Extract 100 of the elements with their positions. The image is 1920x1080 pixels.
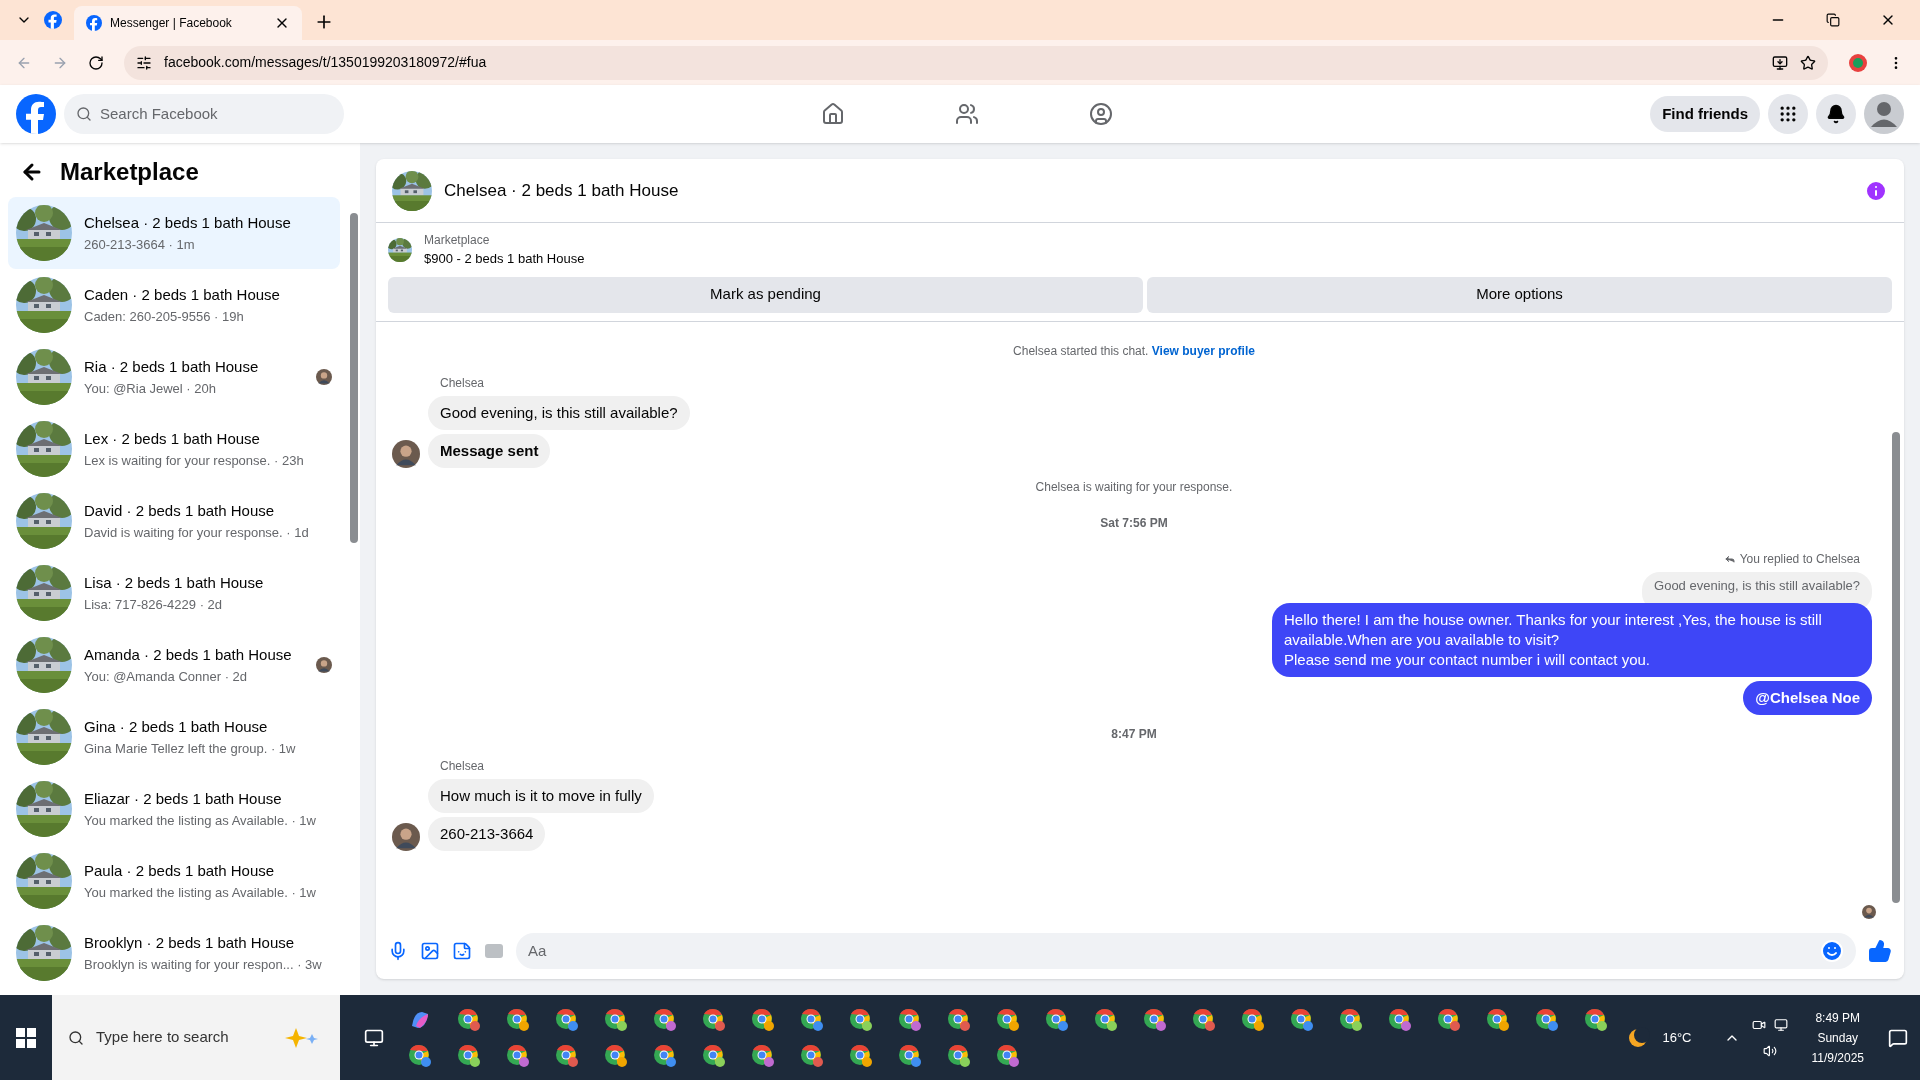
- browser-icon[interactable]: [898, 1043, 922, 1068]
- browser-icon[interactable]: [849, 1007, 873, 1032]
- facebook-logo-icon[interactable]: [16, 94, 56, 134]
- browser-icon[interactable]: [751, 1007, 775, 1032]
- conversation-title: David · 2 beds 1 bath House: [84, 501, 276, 521]
- conversation-item[interactable]: David · 2 beds 1 bath House David is waiting for your response. · 1d: [8, 485, 340, 557]
- install-icon[interactable]: [1772, 54, 1788, 71]
- notifications-button[interactable]: [1816, 94, 1856, 134]
- groups-icon[interactable]: [1089, 102, 1114, 126]
- browser-icon[interactable]: [506, 1043, 530, 1068]
- browser-icon[interactable]: [457, 1043, 481, 1068]
- browser-icon[interactable]: [849, 1043, 873, 1068]
- browser-icon[interactable]: [604, 1007, 628, 1032]
- friends-icon[interactable]: [955, 102, 980, 126]
- message-input[interactable]: Aa: [516, 933, 1856, 969]
- browser-icon[interactable]: [555, 1043, 579, 1068]
- taskbar-search-field[interactable]: Type here to search: [52, 995, 340, 1080]
- conversation-item[interactable]: Lisa · 2 beds 1 bath House Lisa: 717-826-4229 · 2d: [8, 557, 340, 629]
- search-field[interactable]: Search Facebook: [64, 94, 344, 134]
- browser-icon[interactable]: [702, 1043, 726, 1068]
- conversation-item[interactable]: Brooklyn · 2 beds 1 bath House Brooklyn is waiting for your respon... · 3w: [8, 917, 340, 989]
- browser-icon[interactable]: [457, 1007, 481, 1032]
- bookmark-icon[interactable]: [1800, 54, 1816, 71]
- browser-icon[interactable]: [1045, 1007, 1069, 1032]
- reply-note: You replied to Chelsea: [1723, 549, 1860, 568]
- facebook-logo-icon[interactable]: [44, 11, 62, 29]
- conversation-item[interactable]: Gina · 2 beds 1 bath House Gina Marie Tellez left the group. · 1w: [8, 701, 340, 773]
- conversation-preview: 260-213-3664 · 1m: [84, 235, 196, 254]
- browser-icon[interactable]: [1584, 1007, 1608, 1032]
- conversation-item[interactable]: Paula · 2 beds 1 bath House You marked the listing as Available. · 1w: [8, 845, 340, 917]
- volume-icon[interactable]: [1762, 1043, 1777, 1058]
- browser-icon[interactable]: [1486, 1007, 1510, 1032]
- browser-icon[interactable]: [1535, 1007, 1559, 1032]
- network-icon[interactable]: [1773, 1017, 1788, 1032]
- browser-icon[interactable]: [1388, 1007, 1412, 1032]
- browser-icon[interactable]: [1290, 1007, 1314, 1032]
- conversation-item[interactable]: Chelsea · 2 beds 1 bath House 260-213-3664 · 1m: [8, 197, 340, 269]
- conversation-item[interactable]: Caden · 2 beds 1 bath House Caden: 260-205-9556 · 19h: [8, 269, 340, 341]
- browser-icon[interactable]: [653, 1043, 677, 1068]
- conversation-item[interactable]: Eliazar · 2 beds 1 bath House You marked the listing as Available. · 1w: [8, 773, 340, 845]
- browser-icon[interactable]: [1192, 1007, 1216, 1032]
- message-bubble: How much is it to move in fully: [428, 779, 654, 813]
- browser-icon[interactable]: [1437, 1007, 1461, 1032]
- reload-icon[interactable]: [88, 54, 104, 71]
- browser-icon[interactable]: [702, 1007, 726, 1032]
- message-bubble: Message sent: [428, 433, 551, 468]
- conversation-item[interactable]: Ria · 2 beds 1 bath House You: @Ria Jewel · 20h: [8, 341, 340, 413]
- search-icon: [68, 1029, 84, 1046]
- emoji-icon[interactable]: [1820, 939, 1844, 963]
- facebook-logo-icon[interactable]: [86, 15, 102, 31]
- conversation-item[interactable]: Lex · 2 beds 1 bath House Lex is waiting for your response. · 23h: [8, 413, 340, 485]
- browser-icon[interactable]: [653, 1007, 677, 1032]
- browser-icon[interactable]: [1241, 1007, 1265, 1032]
- timestamp: Sat 7:56 PM: [1100, 514, 1168, 532]
- sticker-icon[interactable]: [452, 941, 472, 961]
- browser-icon[interactable]: [751, 1043, 775, 1068]
- browser-icon[interactable]: [800, 1043, 824, 1068]
- browser-icon[interactable]: [1094, 1007, 1118, 1032]
- browser-icon[interactable]: [604, 1043, 628, 1068]
- browser-icon[interactable]: [996, 1043, 1020, 1068]
- conversation-preview: You marked the listing as Available. · 1w: [84, 811, 317, 830]
- profile-icon[interactable]: [1848, 52, 1868, 73]
- account-avatar-icon[interactable]: [1864, 94, 1904, 134]
- browser-icon[interactable]: [1339, 1007, 1363, 1032]
- listing-title: $900 - 2 beds 1 bath House: [424, 250, 585, 268]
- conversation-item[interactable]: Amanda · 2 beds 1 bath House You: @Amanda Conner · 2d: [8, 629, 340, 701]
- browser-icon[interactable]: [898, 1007, 922, 1032]
- browser-icon[interactable]: [947, 1043, 971, 1068]
- timestamp: 8:47 PM: [1111, 726, 1157, 743]
- browser-icon[interactable]: [1143, 1007, 1167, 1032]
- conversation-title: Lex · 2 beds 1 bath House: [84, 429, 261, 449]
- browser-icon[interactable]: [800, 1007, 824, 1032]
- browser-tab[interactable]: Messenger | Facebook: [74, 6, 302, 40]
- browser-icon[interactable]: [996, 1007, 1020, 1032]
- browser-icon[interactable]: [506, 1007, 530, 1032]
- notifications-icon[interactable]: [1888, 1027, 1908, 1048]
- task-view-icon[interactable]: [364, 1027, 384, 1048]
- scrollbar-thumb[interactable]: [1892, 431, 1900, 903]
- sender-name: Chelsea: [440, 758, 486, 775]
- site-settings-icon[interactable]: [136, 54, 152, 71]
- scrollbar-thumb[interactable]: [350, 213, 358, 543]
- browser-icon[interactable]: [555, 1007, 579, 1032]
- home-icon[interactable]: [821, 102, 846, 126]
- windows-start-icon[interactable]: [16, 1027, 36, 1048]
- find-friends-button[interactable]: Find friends: [1650, 96, 1760, 132]
- address-bar[interactable]: facebook.com/messages/t/1350199203180972/#fua: [124, 45, 1828, 80]
- avatar-icon: [316, 369, 332, 385]
- view-profile-link[interactable]: View buyer profile: [1151, 343, 1255, 358]
- conversation-title: Lisa · 2 beds 1 bath House: [84, 573, 265, 593]
- conversation-title: Chelsea · 2 beds 1 bath House: [84, 213, 292, 233]
- browser-icon[interactable]: [408, 1043, 432, 1068]
- browser-icon[interactable]: [947, 1007, 971, 1032]
- clock-day: Sunday: [1817, 1027, 1859, 1048]
- menu-button[interactable]: [1768, 94, 1808, 134]
- restore-icon[interactable]: [1826, 13, 1840, 27]
- microphone-icon[interactable]: [388, 941, 408, 961]
- like-icon[interactable]: [1868, 939, 1892, 963]
- listing-action-button[interactable]: Mark as pending: [388, 276, 1143, 313]
- photo-icon[interactable]: [420, 941, 440, 961]
- listing-action-button[interactable]: More options: [1147, 276, 1892, 313]
